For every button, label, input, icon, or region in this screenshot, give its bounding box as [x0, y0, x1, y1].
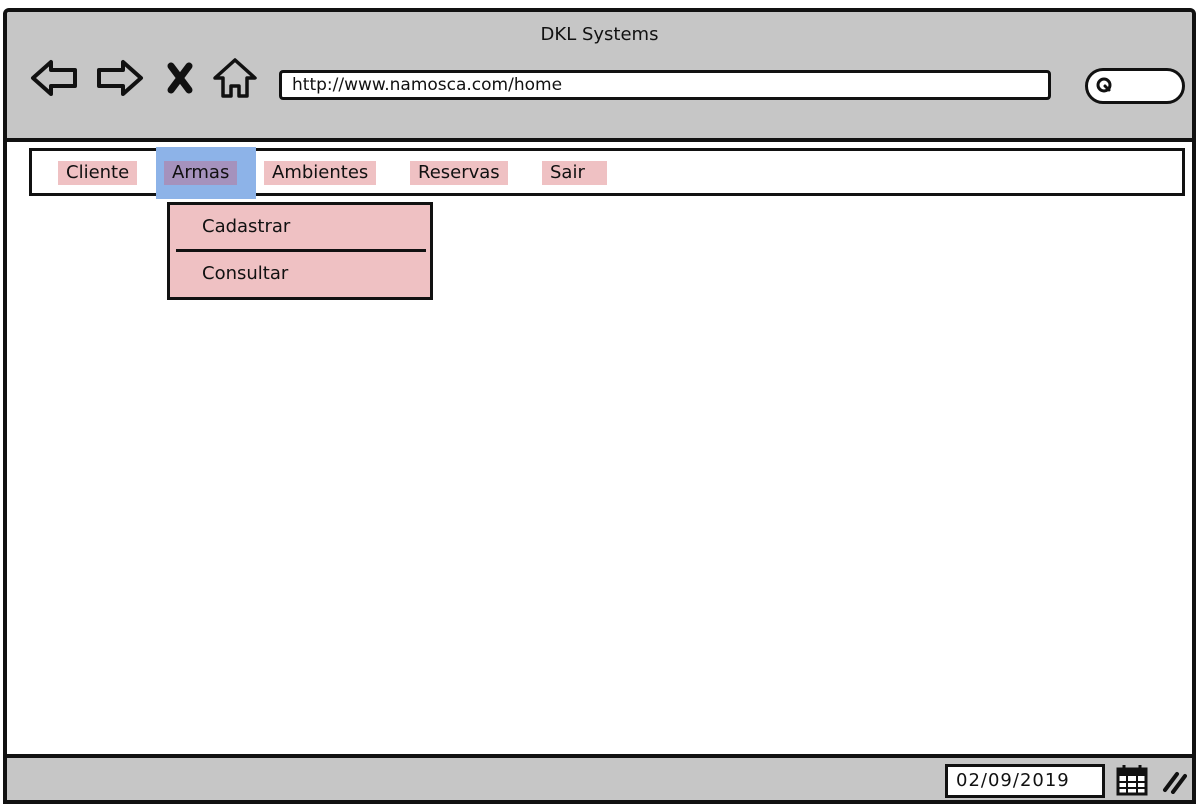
status-bar: 02/09/2019	[7, 754, 1192, 800]
calendar-icon[interactable]	[1115, 762, 1149, 796]
main-menu-bar: Cliente Armas Ambientes Reservas Sair	[29, 147, 1185, 199]
menu-item-cliente[interactable]: Cliente	[58, 161, 138, 185]
menu-item-ambientes[interactable]: Ambientes	[264, 161, 377, 185]
url-input[interactable]: http://www.namosca.com/home	[279, 70, 1051, 100]
menu-item-sair[interactable]: Sair	[542, 161, 607, 185]
search-icon	[1096, 77, 1112, 93]
browser-toolbar: DKL Systems http://www.namosca.com/home	[7, 12, 1192, 142]
menu-item-reservas[interactable]: Reservas	[410, 161, 508, 185]
dropdown-item-cadastrar[interactable]: Cadastrar	[170, 205, 430, 249]
resize-grip-icon[interactable]	[1161, 768, 1187, 794]
dropdown-item-consultar[interactable]: Consultar	[170, 252, 430, 296]
menu-item-armas[interactable]: Armas	[164, 161, 238, 185]
window-title: DKL Systems	[540, 24, 659, 45]
browser-window: DKL Systems http://www.namosca.com/home	[3, 8, 1196, 804]
home-icon[interactable]	[211, 56, 259, 100]
armas-dropdown-menu: Cadastrar Consultar	[167, 202, 433, 300]
back-arrow-icon[interactable]	[29, 56, 81, 100]
forward-arrow-icon[interactable]	[93, 56, 145, 100]
search-input[interactable]	[1085, 68, 1185, 104]
close-icon[interactable]	[163, 56, 197, 100]
date-field[interactable]: 02/09/2019	[945, 764, 1105, 798]
